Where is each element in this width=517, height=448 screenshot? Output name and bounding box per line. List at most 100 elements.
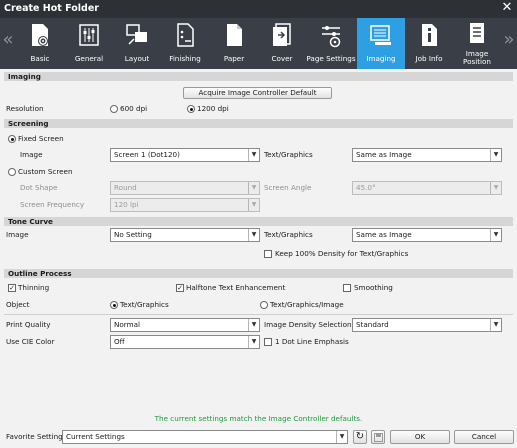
fixed-screen-label: Fixed Screen	[18, 134, 64, 143]
save-icon	[373, 433, 383, 442]
tab-label: Paper	[223, 54, 245, 63]
smoothing-label: Smoothing	[354, 283, 393, 292]
screen-angle-select[interactable]: 45.0° ▼	[352, 181, 502, 195]
chevron-down-icon: ▼	[248, 199, 259, 211]
cie-color-label: Use CIE Color	[6, 337, 55, 346]
tab-image-position[interactable]: Image Position	[453, 18, 501, 69]
select-value: Screen 1 (Dot120)	[114, 150, 180, 159]
tabs-next-button[interactable]: »	[503, 30, 515, 50]
chevron-down-icon: ▼	[490, 182, 501, 194]
tab-label: Page Settings	[306, 54, 356, 63]
resolution-1200-label: 1200 dpi	[197, 104, 229, 113]
tone-image-select[interactable]: No Setting ▼	[110, 228, 260, 242]
select-value: 45.0°	[356, 183, 376, 192]
chevron-down-icon: ▼	[490, 149, 501, 161]
density-selection-select[interactable]: Standard ▼	[352, 318, 502, 332]
select-value: Current Settings	[66, 432, 125, 441]
screening-section-header: Screening	[4, 119, 513, 128]
select-value: Same as Image	[356, 230, 412, 239]
tab-basic[interactable]: Basic	[16, 18, 64, 69]
folder-gear-icon	[32, 24, 48, 46]
screen-image-select[interactable]: Screen 1 (Dot120) ▼	[110, 148, 260, 162]
tab-page-settings[interactable]: Page Settings	[306, 18, 356, 69]
tab-layout[interactable]: Layout	[113, 18, 161, 69]
image-position-icon	[470, 23, 484, 43]
print-quality-select[interactable]: Normal ▼	[110, 318, 260, 332]
dot-shape-label: Dot Shape	[20, 183, 58, 192]
chevron-down-icon: ▼	[336, 431, 347, 443]
select-value: Standard	[356, 320, 389, 329]
resolution-1200-radio[interactable]	[187, 105, 195, 113]
chevron-down-icon: ▼	[248, 319, 259, 331]
custom-screen-radio[interactable]	[8, 168, 16, 176]
cie-color-select[interactable]: Off ▼	[110, 335, 260, 349]
chevron-down-icon: ▼	[490, 229, 501, 241]
page-settings-icon	[322, 26, 341, 48]
tone-textgraphics-label: Text/Graphics	[264, 230, 313, 239]
chevron-down-icon: ▼	[248, 229, 259, 241]
acquire-default-button[interactable]: Acquire Image Controller Default	[183, 87, 332, 99]
info-icon	[422, 24, 437, 46]
object-textgraphics-label: Text/Graphics	[120, 300, 169, 309]
tab-label: Cover	[271, 54, 293, 63]
tab-label: Job Info	[415, 54, 443, 63]
sliders-icon	[79, 24, 99, 46]
imaging-section-header: Imaging	[4, 72, 513, 81]
dot-line-label: 1 Dot Line Emphasis	[275, 337, 349, 346]
tab-imaging[interactable]: Imaging	[357, 18, 405, 69]
smoothing-checkbox[interactable]	[343, 284, 351, 292]
select-value: No Setting	[114, 230, 152, 239]
close-button[interactable]: ✕	[500, 1, 514, 15]
select-value: Round	[114, 183, 137, 192]
fixed-screen-radio[interactable]	[8, 135, 16, 143]
screen-angle-label: Screen Angle	[264, 183, 312, 192]
tabs-prev-button[interactable]: «	[2, 30, 14, 50]
object-textgraphics-radio[interactable]	[110, 301, 118, 309]
tone-image-label: Image	[6, 230, 29, 239]
cancel-button[interactable]: Cancel	[454, 430, 514, 444]
refresh-button[interactable]: ↻	[353, 430, 367, 444]
chevron-down-icon: ▼	[248, 149, 259, 161]
tab-general[interactable]: General	[65, 18, 113, 69]
object-label: Object	[6, 300, 30, 309]
refresh-icon: ↻	[355, 431, 365, 442]
tab-cover[interactable]: Cover	[258, 18, 306, 69]
finishing-icon	[177, 23, 194, 47]
dot-shape-select[interactable]: Round ▼	[110, 181, 260, 195]
halftone-label: Halftone Text Enhancement	[186, 283, 286, 292]
tone-textgraphics-select[interactable]: Same as Image ▼	[352, 228, 502, 242]
tab-paper[interactable]: Paper	[210, 18, 258, 69]
thinning-checkbox[interactable]: ✓	[8, 284, 16, 292]
cover-icon	[273, 23, 291, 46]
tab-label: Basic	[30, 54, 50, 63]
favorite-setting-select[interactable]: Current Settings ▼	[62, 430, 348, 444]
ok-button[interactable]: OK	[390, 430, 450, 444]
screen-frequency-label: Screen Frequency	[20, 200, 85, 209]
halftone-checkbox[interactable]: ✓	[176, 284, 184, 292]
tone-curve-section-header: Tone Curve	[4, 217, 513, 226]
tab-job-info[interactable]: Job Info	[405, 18, 453, 69]
screen-textgraphics-select[interactable]: Same as Image ▼	[352, 148, 502, 162]
select-value: Normal	[114, 320, 141, 329]
density-selection-label: Image Density Selection	[264, 320, 352, 329]
screen-textgraphics-label: Text/Graphics	[264, 150, 313, 159]
layout-icon	[126, 24, 147, 45]
tab-label: Image Position	[463, 49, 491, 66]
screen-image-label: Image	[20, 150, 43, 159]
resolution-600-label: 600 dpi	[120, 104, 148, 113]
object-tgi-radio[interactable]	[260, 301, 268, 309]
paper-icon	[227, 24, 242, 46]
dot-line-checkbox[interactable]	[264, 338, 272, 346]
object-tgi-label: Text/Graphics/Image	[270, 300, 344, 309]
keep-density-label: Keep 100% Density for Text/Graphics	[275, 249, 409, 258]
resolution-600-radio[interactable]	[110, 105, 118, 113]
favorite-setting-label: Favorite Setting	[6, 432, 63, 441]
screen-frequency-select[interactable]: 120 lpi ▼	[110, 198, 260, 212]
select-value: 120 lpi	[114, 200, 139, 209]
keep-density-checkbox[interactable]	[264, 250, 272, 258]
save-favorite-button[interactable]	[371, 430, 385, 444]
chevron-down-icon: ▼	[490, 319, 501, 331]
tab-finishing[interactable]: Finishing	[161, 18, 209, 69]
status-message: The current settings match the Image Con…	[154, 414, 363, 423]
thinning-label: Thinning	[18, 283, 50, 292]
